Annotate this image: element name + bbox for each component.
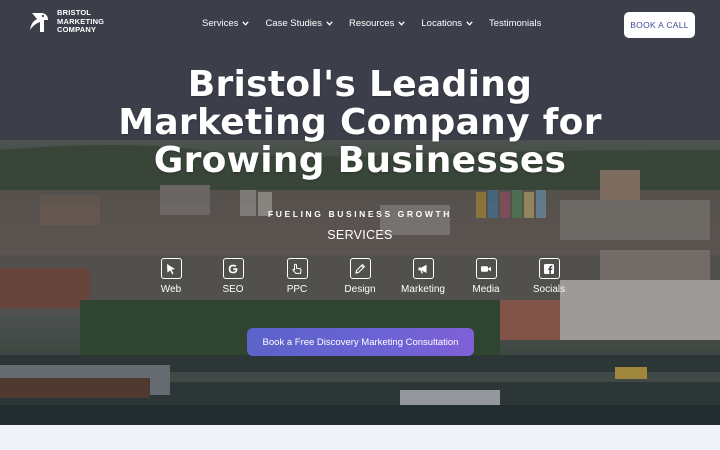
service-media[interactable]: Media (455, 258, 517, 295)
service-marketing[interactable]: Marketing (392, 258, 454, 295)
pencil-icon (349, 258, 371, 279)
service-design[interactable]: Design (329, 258, 391, 295)
logo-bird-icon (30, 12, 48, 32)
book-a-call-button[interactable]: BOOK A CALL (624, 12, 695, 38)
service-socials[interactable]: Socials (518, 258, 580, 295)
nav-locations[interactable]: Locations (421, 18, 473, 29)
chevron-down-icon (466, 21, 473, 26)
video-camera-icon (475, 258, 497, 279)
brand-name: BRISTOL MARKETING COMPANY (57, 8, 105, 34)
book-consultation-button[interactable]: Book a Free Discovery Marketing Consulta… (247, 328, 474, 356)
google-icon (222, 258, 244, 279)
services-heading: SERVICES (327, 228, 393, 242)
pointer-hand-icon (286, 258, 308, 279)
service-seo[interactable]: SEO (202, 258, 264, 295)
nav-services[interactable]: Services (202, 18, 250, 29)
megaphone-icon (412, 258, 434, 279)
service-web[interactable]: Web (140, 258, 202, 295)
hero-headline: Bristol's Leading Marketing Company for … (60, 66, 660, 180)
hero-tagline: FUELING BUSINESS GROWTH (268, 209, 452, 219)
headline-line: Bristol's Leading (187, 64, 533, 105)
next-section-top (0, 425, 720, 450)
nav-case-studies[interactable]: Case Studies (265, 18, 333, 29)
facebook-icon (538, 258, 560, 279)
main-nav: Services Case Studies Resources Location… (202, 18, 557, 29)
service-ppc[interactable]: PPC (266, 258, 328, 295)
nav-testimonials[interactable]: Testimonials (489, 18, 541, 29)
headline-line: Growing Businesses (153, 140, 567, 181)
cursor-icon (160, 258, 182, 279)
chevron-down-icon (326, 21, 333, 26)
chevron-down-icon (242, 21, 250, 26)
nav-resources[interactable]: Resources (349, 18, 406, 29)
brand-logo[interactable]: BRISTOL MARKETING COMPANY (28, 8, 105, 35)
chevron-down-icon (398, 21, 406, 26)
headline-line: Marketing Company for (118, 102, 602, 143)
